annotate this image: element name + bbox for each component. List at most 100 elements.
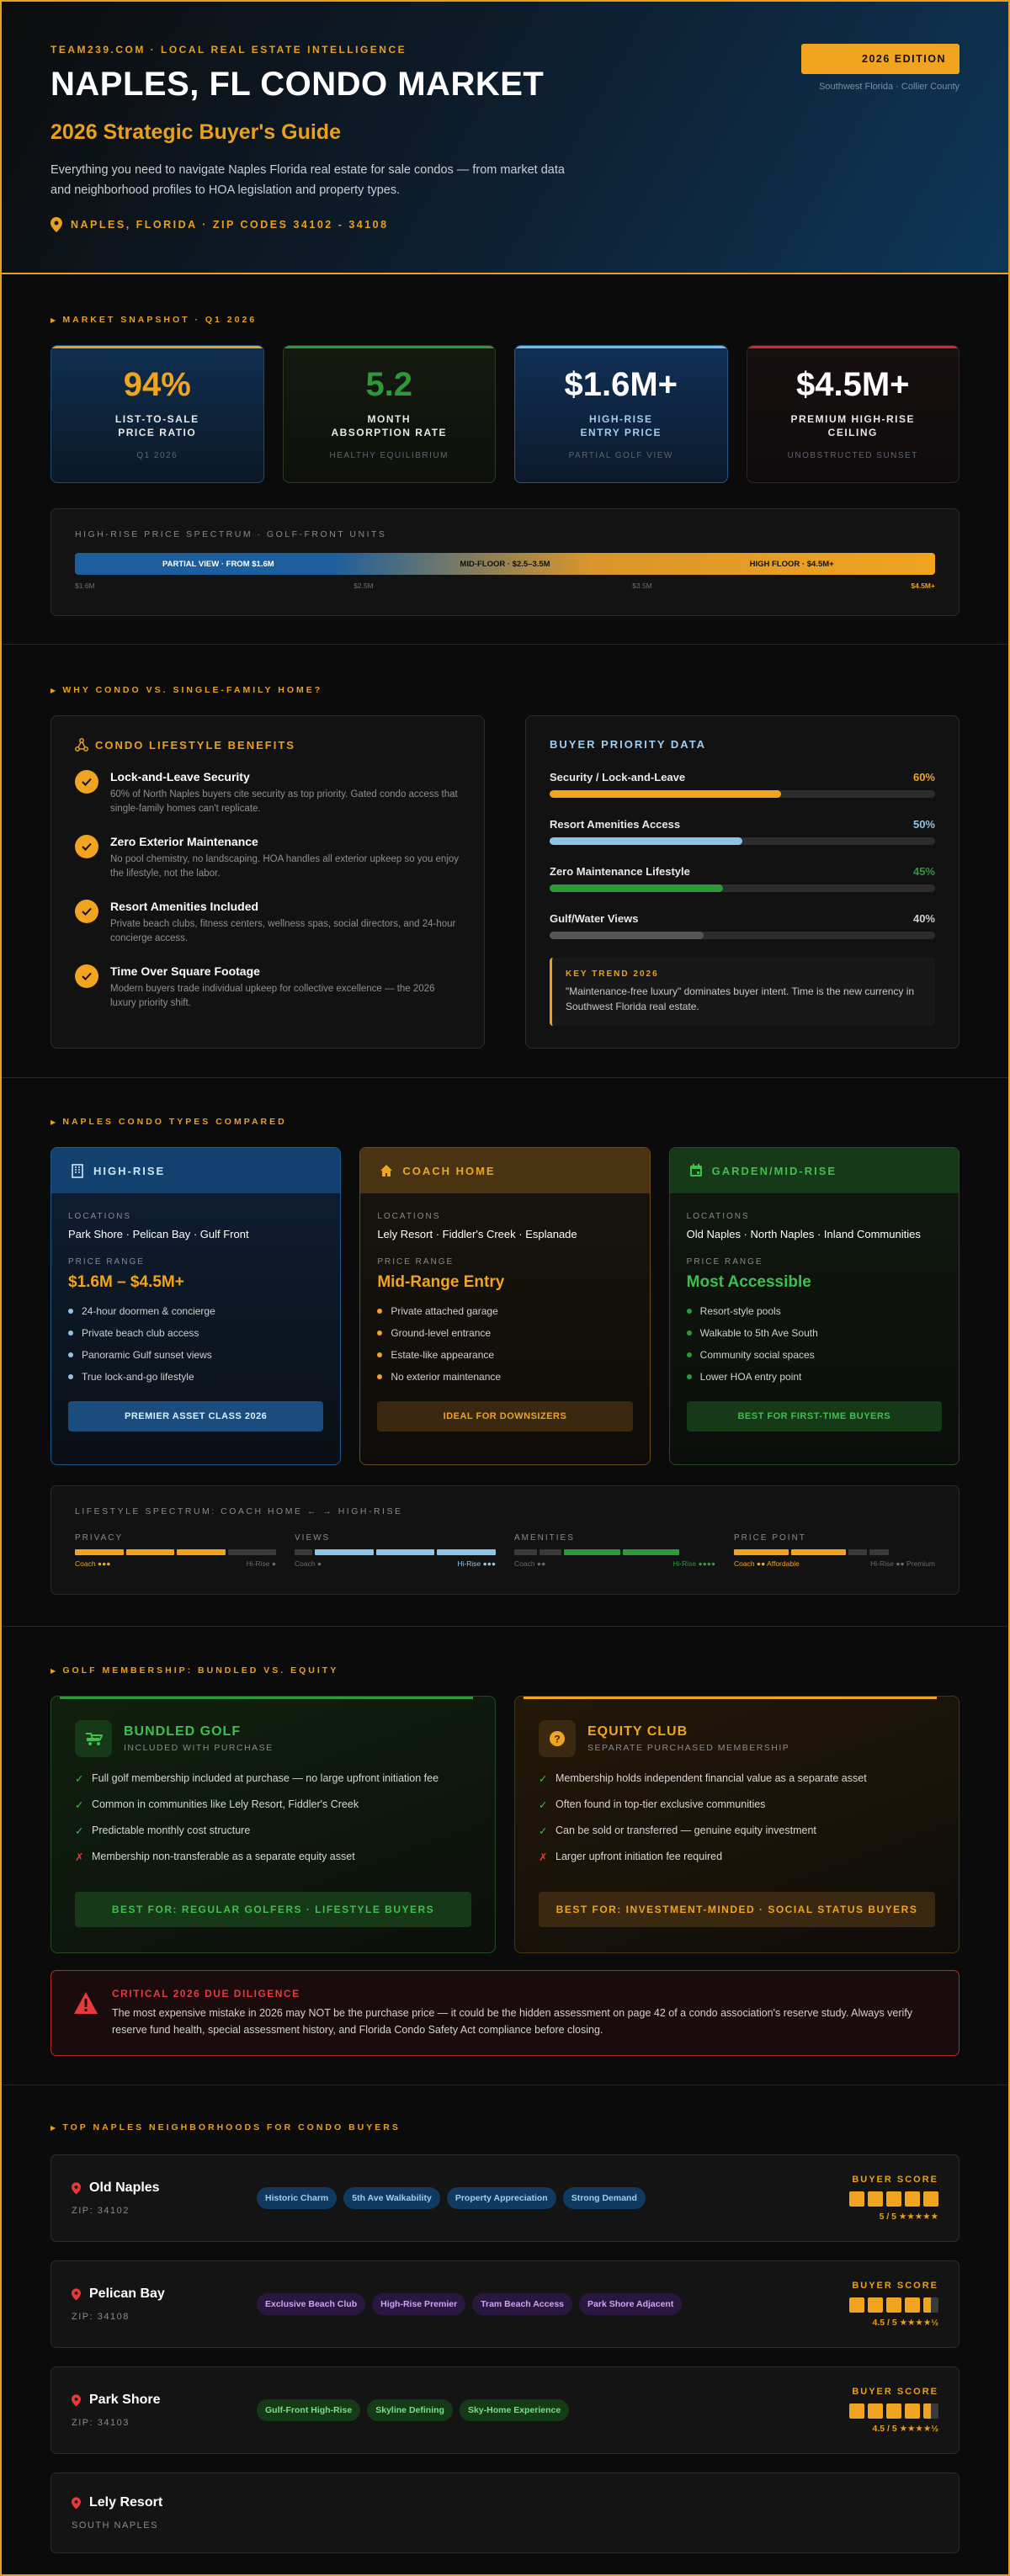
equity-header: ? EQUITY CLUB SEPARATE PURCHASED MEMBERSH… bbox=[539, 1720, 935, 1757]
feature-item: Estate-like appearance bbox=[377, 1349, 632, 1361]
neighborhood-name-text: Old Naples bbox=[89, 2180, 160, 2195]
priority-item: Resort Amenities Access 50% bbox=[550, 818, 935, 845]
neighborhood-card[interactable]: Park Shore ZIP: 34103 Gulf-Front High-Ris… bbox=[50, 2366, 960, 2454]
feature-item: Private attached garage bbox=[377, 1305, 632, 1317]
condo-types-section: NAPLES CONDO TYPES COMPARED HIGH-RISE LO… bbox=[2, 1078, 1008, 1627]
priority-fill bbox=[550, 790, 781, 798]
neighborhoods-section: TOP NAPLES NEIGHBORHOODS FOR CONDO BUYER… bbox=[2, 2085, 1008, 2553]
metric-name: PRIVACY bbox=[75, 1533, 124, 1543]
priority-value: 45% bbox=[912, 865, 935, 878]
locations-label: LOCATIONS bbox=[686, 1212, 750, 1221]
equity-item: ✓ Can be sold or transferred — genuine eq… bbox=[539, 1824, 935, 1837]
stat-label: MONTH ABSORPTION RATE bbox=[284, 412, 496, 439]
metric-segments bbox=[734, 1549, 935, 1555]
stat-value: $1.6M+ bbox=[564, 366, 678, 403]
stat-value: $4.5M+ bbox=[795, 366, 910, 403]
check-mark-icon: ✓ bbox=[539, 1799, 548, 1811]
due-diligence-alert: CRITICAL 2026 DUE DILIGENCE The most exp… bbox=[50, 1970, 960, 2056]
metric-right: Hi-Rise ● bbox=[246, 1559, 276, 1568]
why-condo-section: WHY CONDO VS. SINGLE-FAMILY HOME? CONDO … bbox=[2, 645, 1008, 1078]
priority-track bbox=[550, 884, 935, 892]
priority-track bbox=[550, 790, 935, 798]
neighborhood-tag: Park Shore Adjacent bbox=[579, 2293, 683, 2315]
type-card-body: LOCATIONS Park Shore · Pelican Bay · Gul… bbox=[51, 1193, 341, 1464]
price-label: PRICE RANGE bbox=[377, 1257, 454, 1267]
priority-track bbox=[550, 932, 935, 939]
golf-cart-icon bbox=[75, 1720, 112, 1757]
section-label: GOLF MEMBERSHIP: BUNDLED VS. EQUITY bbox=[50, 1665, 960, 1676]
neighborhood-card[interactable]: Pelican Bay ZIP: 34108 Exclusive Beach Cl… bbox=[50, 2260, 960, 2348]
feature-item: Resort-style pools bbox=[687, 1305, 942, 1317]
feature-list: Private attached garage Ground-level ent… bbox=[377, 1305, 632, 1383]
map-pin-icon bbox=[72, 2496, 81, 2510]
item-text: Larger upfront initiation fee required bbox=[556, 1851, 723, 1862]
score-star bbox=[905, 2297, 920, 2313]
equity-item: ✓ Membership holds independent financial … bbox=[539, 1772, 935, 1785]
neighborhood-tag: Exclusive Beach Club bbox=[257, 2293, 366, 2315]
benefit-text: Private beach clubs, fitness centers, we… bbox=[110, 919, 456, 943]
trend-text: "Maintenance-free luxury" dominates buye… bbox=[566, 985, 915, 1012]
priority-value: 50% bbox=[912, 818, 935, 831]
buyer-score: BUYER SCORE 4.5 / 5 ★★★★½ bbox=[821, 2281, 938, 2328]
spectrum-metric: VIEWS Coach ● Hi-Rise ●●● bbox=[295, 1533, 497, 1568]
calendar-icon bbox=[689, 1164, 702, 1176]
metric-left: Coach ●●● bbox=[75, 1559, 111, 1568]
network-icon bbox=[75, 738, 88, 752]
type-card-header: HIGH-RISE bbox=[51, 1148, 341, 1193]
locations-label: LOCATIONS bbox=[68, 1212, 132, 1221]
price-value: $1.6M – $4.5M+ bbox=[68, 1273, 184, 1291]
bundled-footer: BEST FOR: REGULAR GOLFERS · LIFESTYLE BU… bbox=[75, 1892, 471, 1927]
stat-label-line: MONTH bbox=[367, 413, 411, 425]
stat-label: LIST-TO-SALE PRICE RATIO bbox=[51, 412, 263, 439]
section-label: NAPLES CONDO TYPES COMPARED bbox=[50, 1117, 960, 1127]
score-text: 5 / 5 ★★★★★ bbox=[879, 2212, 938, 2222]
stat-label-line: PRICE RATIO bbox=[118, 427, 197, 438]
edition-subtext: Southwest Florida · Collier County bbox=[819, 82, 960, 92]
benefit-item: Lock-and-Leave Security 60% of North Napl… bbox=[75, 770, 460, 816]
score-text: 4.5 / 5 ★★★★½ bbox=[872, 2318, 938, 2328]
spectrum-tick: $1.6M bbox=[75, 582, 95, 590]
price-label: PRICE RANGE bbox=[686, 1257, 763, 1267]
stat-label-line: LIST-TO-SALE bbox=[114, 413, 199, 425]
neighborhood-name: Park Shore bbox=[72, 2393, 257, 2408]
metric-left: Coach ● bbox=[295, 1559, 322, 1568]
score-stars bbox=[821, 2297, 938, 2313]
score-star bbox=[886, 2297, 901, 2313]
spectrum-metric: PRICE POINT Coach ●● Affordable Hi-Rise ●… bbox=[734, 1533, 935, 1568]
neighborhood-zip: ZIP: 34108 bbox=[72, 2312, 130, 2322]
benefit-title: Lock-and-Leave Security bbox=[110, 770, 250, 783]
metric-right: Hi-Rise ●● Premium bbox=[870, 1559, 935, 1568]
bundled-title: BUNDLED GOLF bbox=[124, 1724, 242, 1739]
priority-item: Gulf/Water Views 40% bbox=[550, 912, 935, 939]
coin-icon: ? bbox=[539, 1720, 576, 1757]
spectrum-ticks: $1.6M $2.5M $3.5M $4.5M+ bbox=[75, 582, 935, 590]
feature-list: 24-hour doormen & concierge Private beac… bbox=[68, 1305, 323, 1383]
benefit-title: Zero Exterior Maintenance bbox=[110, 835, 258, 848]
score-stars bbox=[821, 2191, 938, 2207]
svg-text:?: ? bbox=[554, 1734, 560, 1745]
metric-left: Coach ●● bbox=[514, 1559, 546, 1568]
type-card-body: LOCATIONS Old Naples · North Naples · In… bbox=[669, 1193, 959, 1464]
neighborhood-card[interactable]: Lely Resort SOUTH NAPLES bbox=[50, 2472, 960, 2553]
type-card-body: LOCATIONS Lely Resort · Fiddler's Creek … bbox=[360, 1193, 650, 1464]
neighborhood-card[interactable]: Old Naples ZIP: 34102 Historic Charm 5th … bbox=[50, 2154, 960, 2242]
type-card-footer: IDEAL FOR DOWNSIZERS bbox=[377, 1401, 633, 1431]
spectrum-metric: PRIVACY Coach ●●● Hi-Rise ● bbox=[75, 1533, 276, 1568]
stat-label: HIGH-RISE ENTRY PRICE bbox=[515, 412, 727, 439]
item-text: Predictable monthly cost structure bbox=[92, 1824, 251, 1836]
score-star bbox=[886, 2191, 901, 2207]
type-cards: HIGH-RISE LOCATIONS Park Shore · Pelican… bbox=[50, 1147, 960, 1465]
x-mark-icon: ✗ bbox=[539, 1851, 548, 1863]
hero-section: TEAM239.COM · LOCAL REAL ESTATE INTELLIG… bbox=[2, 2, 1008, 274]
lifestyle-spectrum: LIFESTYLE SPECTRUM: COACH HOME ← → HIGH-… bbox=[50, 1485, 960, 1595]
hero-location-text: NAPLES, FLORIDA · ZIP CODES 34102 - 3410… bbox=[71, 219, 389, 231]
price-value: Most Accessible bbox=[686, 1273, 811, 1291]
home-icon bbox=[380, 1165, 393, 1176]
neighborhood-tags: Historic Charm 5th Ave Walkability Prope… bbox=[257, 2187, 821, 2209]
neighborhood-tags: Gulf-Front High-Rise Skyline Defining Sk… bbox=[257, 2399, 821, 2421]
alert-title: CRITICAL 2026 DUE DILIGENCE bbox=[112, 1988, 300, 2000]
benefit-text: Modern buyers trade individual upkeep fo… bbox=[110, 984, 435, 1008]
neighborhood-name: Lely Resort bbox=[72, 2495, 257, 2510]
metric-segments bbox=[514, 1549, 715, 1555]
priority-name: Gulf/Water Views bbox=[550, 912, 639, 925]
